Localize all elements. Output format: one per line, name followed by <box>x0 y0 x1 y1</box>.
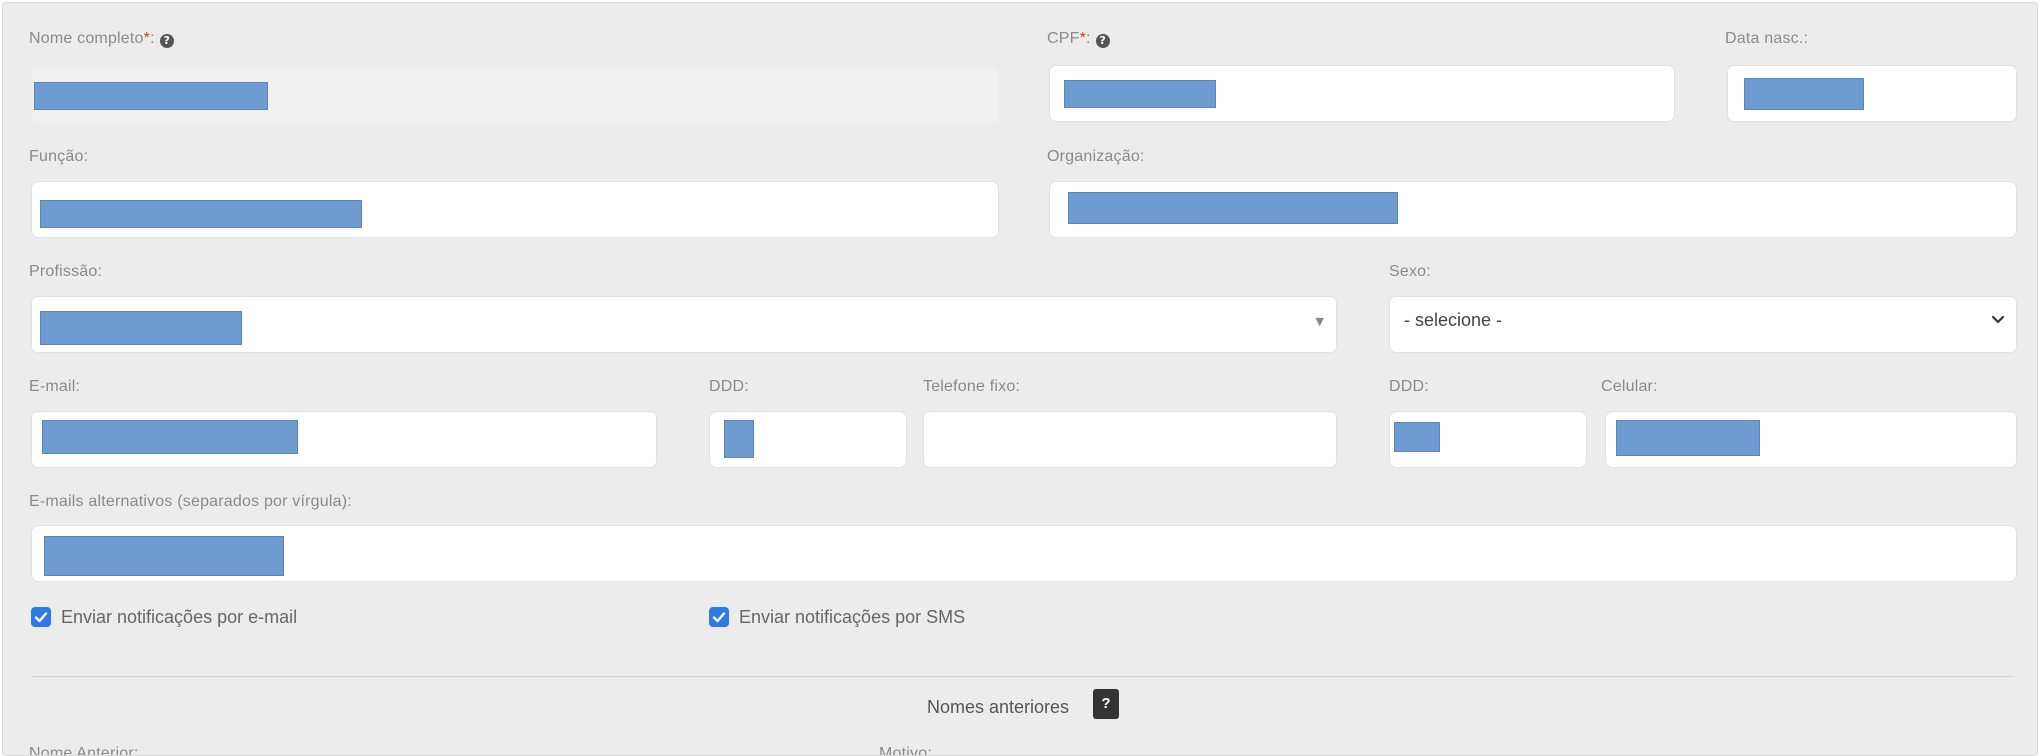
redacted-value <box>40 311 242 345</box>
ddd-celular-field[interactable] <box>1389 411 1587 468</box>
notify-sms-checkbox[interactable] <box>709 607 729 627</box>
sexo-selected-value: - selecione - <box>1404 310 1503 330</box>
sexo-label: Sexo: <box>1389 263 1431 280</box>
emails-alternativos-field[interactable] <box>31 525 2017 582</box>
funcao-field[interactable] <box>31 181 999 238</box>
data-nasc-label: Data nasc.: <box>1725 30 1809 47</box>
redacted-value <box>1744 78 1864 110</box>
organizacao-field[interactable] <box>1049 181 2017 238</box>
redacted-value <box>1068 192 1398 224</box>
nome-completo-field <box>31 67 999 124</box>
email-field[interactable] <box>31 411 657 468</box>
nome-completo-label: Nome completo*:? <box>29 30 174 48</box>
data-nasc-field[interactable] <box>1727 65 2017 122</box>
triangle-down-icon: ▼ <box>1315 315 1324 328</box>
notify-email-checkbox[interactable] <box>31 607 51 627</box>
profissao-select[interactable]: ▼ <box>31 296 1337 353</box>
checkmark-icon <box>712 612 726 623</box>
celular-label: Celular: <box>1601 378 1658 395</box>
redacted-value <box>1394 422 1440 452</box>
question-mark-icon: ? <box>1101 695 1111 712</box>
cpf-label: CPF*:? <box>1047 30 1110 48</box>
email-label: E-mail: <box>29 378 81 395</box>
motivo-column-label: Motivo: <box>879 745 932 756</box>
funcao-label: Função: <box>29 148 89 165</box>
nomes-anteriores-title: Nomes anteriores <box>927 697 1070 717</box>
redacted-value <box>724 420 754 458</box>
question-circle-icon[interactable]: ? <box>1095 34 1110 48</box>
redacted-value <box>44 536 284 576</box>
telefone-fixo-field[interactable] <box>923 411 1337 468</box>
notify-email-label[interactable]: Enviar notificações por e-mail <box>61 607 297 628</box>
redacted-value <box>40 200 362 228</box>
question-circle-icon[interactable]: ? <box>159 34 174 48</box>
cpf-field[interactable] <box>1049 65 1675 122</box>
nomes-anteriores-help-button[interactable]: ? <box>1093 689 1119 719</box>
sexo-select[interactable]: - selecione - <box>1389 296 2017 353</box>
redacted-value <box>1064 80 1216 108</box>
telefone-fixo-label: Telefone fixo: <box>923 378 1021 395</box>
celular-field[interactable] <box>1605 411 2017 468</box>
organizacao-label: Organização: <box>1047 148 1145 165</box>
ddd-fixo-label: DDD: <box>709 378 749 395</box>
nome-anterior-column-label: Nome Anterior: <box>29 745 139 756</box>
personal-data-form: Nome completo*:? CPF*:? Data nasc.: Funç… <box>2 2 2038 756</box>
chevron-down-icon <box>1991 315 2005 324</box>
redacted-value <box>34 82 268 110</box>
ddd-celular-label: DDD: <box>1389 378 1429 395</box>
redacted-value <box>1616 420 1760 456</box>
emails-alternativos-label: E-mails alternativos (separados por vírg… <box>29 493 352 510</box>
section-divider <box>31 676 2013 677</box>
profissao-label: Profissão: <box>29 263 103 280</box>
notify-sms-label[interactable]: Enviar notificações por SMS <box>739 607 965 628</box>
ddd-fixo-field[interactable] <box>709 411 907 468</box>
redacted-value <box>42 420 298 454</box>
checkmark-icon <box>34 612 48 623</box>
